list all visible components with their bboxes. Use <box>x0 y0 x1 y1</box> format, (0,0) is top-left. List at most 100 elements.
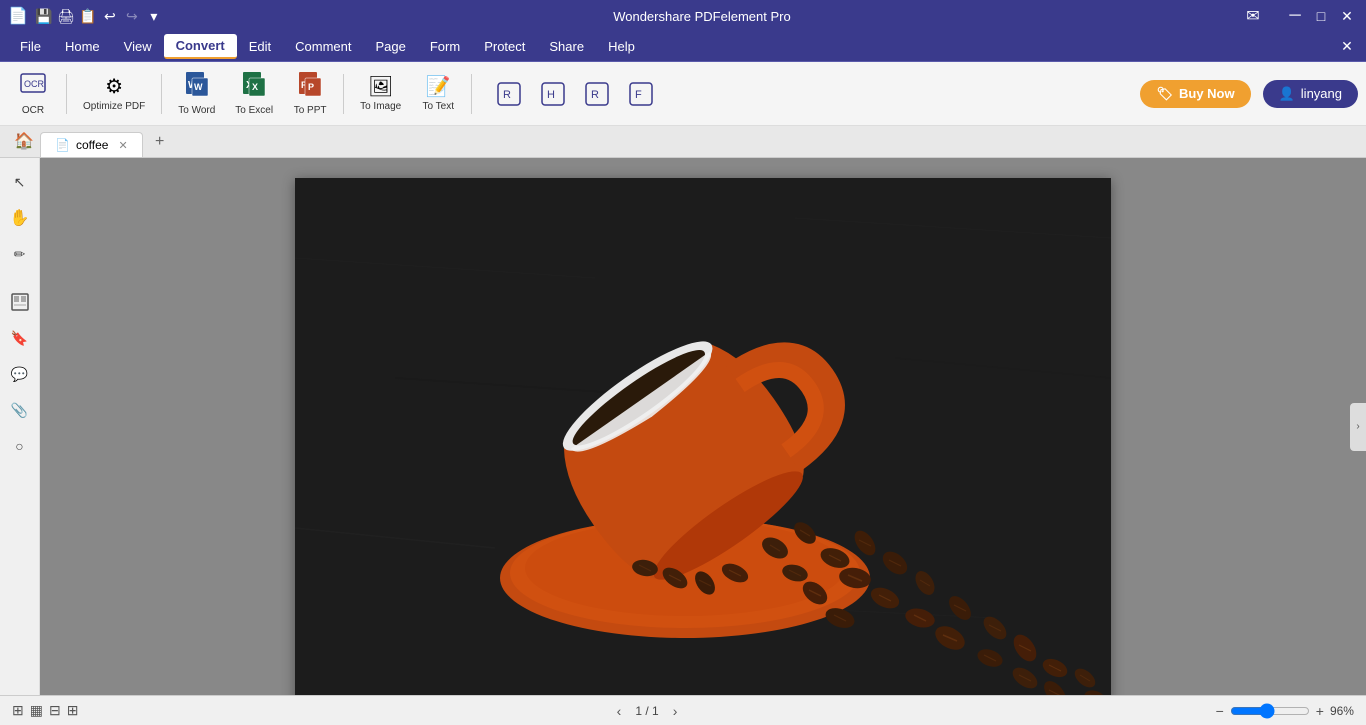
menu-view[interactable]: View <box>112 35 164 58</box>
to-image-label: To Image <box>360 101 401 113</box>
page-navigation: ‹ 1 / 1 › <box>611 701 684 721</box>
hand-tool[interactable]: ✋ <box>4 202 36 234</box>
bookmark-tool[interactable]: 🔖 <box>4 322 36 354</box>
separator-3 <box>343 74 344 114</box>
tab-close-icon[interactable]: ✕ <box>118 139 127 152</box>
page-thumbnail-tool[interactable] <box>4 286 36 318</box>
to-image-button[interactable]: 🖼 To Image <box>352 66 409 122</box>
menu-comment[interactable]: Comment <box>283 35 363 58</box>
separator-2 <box>161 74 162 114</box>
status-icon-3[interactable]: ⊟ <box>49 702 61 719</box>
optimize-pdf-button[interactable]: ⚙ Optimize PDF <box>75 66 153 122</box>
status-icon-2[interactable]: ▦ <box>30 702 43 719</box>
svg-text:H: H <box>547 89 555 101</box>
dropdown-icon[interactable]: ▾ <box>146 8 162 24</box>
extra-btn-1[interactable]: R <box>488 66 530 122</box>
app-logo-icon: 📄 <box>8 6 28 26</box>
menu-page[interactable]: Page <box>363 35 417 58</box>
svg-text:W: W <box>194 82 203 92</box>
to-image-icon: 🖼 <box>368 74 393 99</box>
tab-bar: 🏠 📄 coffee ✕ + <box>0 126 1366 158</box>
zoom-level: 96% <box>1330 704 1354 718</box>
user-button[interactable]: 👤 linyang <box>1263 80 1358 108</box>
quick-access-icons: 💾 🖨 📋 ↩ ↪ ▾ <box>36 8 162 24</box>
ocr-button[interactable]: OCR OCR <box>8 66 58 122</box>
status-icons: ⊞ ▦ ⊟ ⊞ <box>12 702 78 719</box>
right-panel-collapse-button[interactable]: › <box>1350 403 1366 451</box>
to-excel-button[interactable]: X X To Excel <box>227 66 281 122</box>
prev-page-button[interactable]: ‹ <box>611 701 628 721</box>
zoom-in-button[interactable]: + <box>1316 703 1324 719</box>
to-text-label: To Text <box>422 101 454 113</box>
menu-home[interactable]: Home <box>53 35 112 58</box>
svg-text:F: F <box>635 89 642 101</box>
menu-form[interactable]: Form <box>418 35 472 58</box>
to-word-icon: W W <box>182 70 212 103</box>
copy-icon[interactable]: 📋 <box>80 8 96 24</box>
extra-btn-3[interactable]: R <box>576 66 618 122</box>
tab-add-button[interactable]: + <box>147 129 173 155</box>
buy-now-label: Buy Now <box>1179 86 1235 101</box>
tab-name: coffee <box>76 138 108 152</box>
home-button[interactable]: 🏠 <box>8 125 40 157</box>
app-title: Wondershare PDFelement Pro <box>162 9 1242 24</box>
tab-icon: 📄 <box>55 138 70 152</box>
tab-coffee[interactable]: 📄 coffee ✕ <box>40 132 143 157</box>
menu-protect[interactable]: Protect <box>472 35 537 58</box>
status-icon-4[interactable]: ⊞ <box>67 702 79 719</box>
edit-tool[interactable]: ✏ <box>4 238 36 270</box>
extra-btn-4[interactable]: F <box>620 66 662 122</box>
to-ppt-label: To PPT <box>294 105 327 117</box>
next-page-button[interactable]: › <box>667 701 684 721</box>
toolbar: OCR OCR ⚙ Optimize PDF W W To Word X <box>0 62 1366 126</box>
menu-close-icon[interactable]: ✕ <box>1336 36 1358 58</box>
extra-toolbar-group: R H R F <box>488 66 662 122</box>
email-icon[interactable]: ✉ <box>1242 5 1264 27</box>
pdf-image <box>295 178 1111 695</box>
attachment-tool[interactable]: 📎 <box>4 394 36 426</box>
search-tool[interactable]: ○ <box>4 430 36 462</box>
zoom-controls: − + 96% <box>1216 703 1354 719</box>
title-bar: 📄 💾 🖨 📋 ↩ ↪ ▾ Wondershare PDFelement Pro… <box>0 0 1366 32</box>
extra-btn-2[interactable]: H <box>532 66 574 122</box>
save-icon[interactable]: 💾 <box>36 8 52 24</box>
pdf-page <box>295 178 1111 695</box>
maximize-button[interactable]: □ <box>1310 5 1332 27</box>
status-icon-1[interactable]: ⊞ <box>12 702 24 719</box>
minimize-button[interactable]: ─ <box>1284 5 1306 27</box>
menu-convert[interactable]: Convert <box>164 34 237 59</box>
svg-text:R: R <box>503 89 511 101</box>
menu-help[interactable]: Help <box>596 35 647 58</box>
menu-edit[interactable]: Edit <box>237 35 283 58</box>
separator-1 <box>66 74 67 114</box>
to-excel-icon: X X <box>239 70 269 103</box>
comment-tool[interactable]: 💬 <box>4 358 36 390</box>
menu-share[interactable]: Share <box>537 35 596 58</box>
zoom-slider[interactable] <box>1230 703 1310 719</box>
close-button[interactable]: ✕ <box>1336 5 1358 27</box>
user-label: linyang <box>1301 86 1342 101</box>
to-ppt-icon: P P <box>295 70 325 103</box>
menu-bar: File Home View Convert Edit Comment Page… <box>0 32 1366 62</box>
undo-icon[interactable]: ↩ <box>102 8 118 24</box>
main-layout: ↖ ✋ ✏ 🔖 💬 📎 ○ ‹ <box>0 158 1366 695</box>
to-word-label: To Word <box>178 105 215 117</box>
zoom-out-button[interactable]: − <box>1216 703 1224 719</box>
svg-text:P: P <box>308 82 314 92</box>
status-bar: ⊞ ▦ ⊟ ⊞ ‹ 1 / 1 › − + 96% <box>0 695 1366 725</box>
to-text-button[interactable]: 📝 To Text <box>413 66 463 122</box>
page-indicator: 1 / 1 <box>635 704 658 718</box>
select-tool[interactable]: ↖ <box>4 166 36 198</box>
menu-file[interactable]: File <box>8 35 53 58</box>
buy-now-icon: 🏷 <box>1156 86 1173 102</box>
to-ppt-button[interactable]: P P To PPT <box>285 66 335 122</box>
to-excel-label: To Excel <box>235 105 273 117</box>
buy-now-button[interactable]: 🏷 Buy Now <box>1140 80 1250 108</box>
redo-icon[interactable]: ↪ <box>124 8 140 24</box>
to-word-button[interactable]: W W To Word <box>170 66 223 122</box>
ocr-label: OCR <box>22 105 44 117</box>
left-sidebar: ↖ ✋ ✏ 🔖 💬 📎 ○ <box>0 158 40 695</box>
print-icon[interactable]: 🖨 <box>58 8 74 24</box>
user-icon: 👤 <box>1279 86 1295 102</box>
separator-4 <box>471 74 472 114</box>
